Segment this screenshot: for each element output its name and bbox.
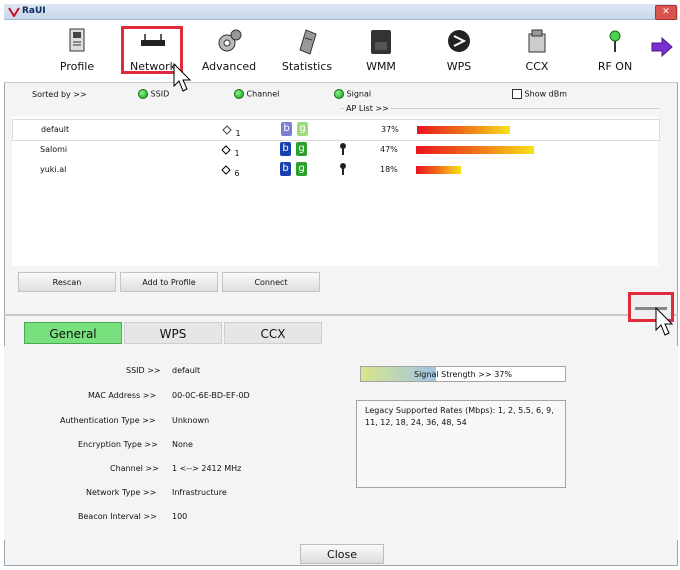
toolbar-ccx-button[interactable]: CCX bbox=[504, 26, 570, 78]
toolbar-statistics-button[interactable]: Statistics bbox=[274, 26, 340, 78]
channel-icon bbox=[222, 125, 232, 135]
sort-signal-label: Signal bbox=[346, 89, 372, 99]
ap-channel: 1 bbox=[220, 144, 240, 158]
ap-signal-pct: 18% bbox=[380, 165, 398, 174]
add-to-profile-button[interactable]: Add to Profile bbox=[120, 272, 218, 292]
pane-divider bbox=[4, 314, 678, 316]
tab-ccx[interactable]: CCX bbox=[224, 322, 322, 344]
mac-label: MAC Address >> bbox=[88, 391, 157, 400]
channel-value: 1 <--> 2412 MHz bbox=[172, 464, 242, 473]
ssid-label: SSID >> bbox=[126, 366, 161, 375]
ap-row[interactable]: yuki.al 6 b g 18% bbox=[12, 160, 658, 180]
close-window-button[interactable]: ✕ bbox=[655, 5, 677, 20]
detail-tabs: General WPS CCX bbox=[24, 322, 324, 346]
wps-icon bbox=[448, 30, 470, 52]
ccx-icon bbox=[528, 29, 546, 53]
sort-channel-radio[interactable]: Channel bbox=[234, 89, 279, 99]
sorted-by-label: Sorted by >> bbox=[32, 90, 87, 99]
beacon-interval-value: 100 bbox=[172, 512, 188, 521]
mode-g-icon: g bbox=[296, 162, 307, 176]
ap-channel: 6 bbox=[220, 164, 240, 178]
mode-b-icon: b bbox=[280, 142, 291, 156]
channel-icon bbox=[221, 165, 231, 175]
toolbar-profile-button[interactable]: Profile bbox=[44, 26, 110, 78]
more-arrow-icon[interactable] bbox=[650, 36, 674, 58]
toolbar-wmm-label: WMM bbox=[366, 60, 396, 73]
mode-b-icon: b bbox=[281, 122, 292, 136]
ap-channel: 1 bbox=[221, 124, 241, 138]
ap-signal-pct: 47% bbox=[380, 145, 398, 154]
sort-channel-label: Channel bbox=[246, 89, 280, 99]
ap-row[interactable]: default 1 b g 37% bbox=[12, 119, 660, 141]
toolbar-advanced-button[interactable]: Advanced bbox=[196, 26, 262, 78]
profile-icon bbox=[69, 28, 85, 52]
toolbar-statistics-label: Statistics bbox=[281, 60, 333, 73]
signal-strength-text: Signal Strength >> 37% bbox=[414, 370, 512, 379]
toolbar-wps-button[interactable]: WPS bbox=[426, 26, 492, 78]
beacon-interval-label: Beacon Interval >> bbox=[78, 512, 157, 521]
ap-ssid: Salomi bbox=[40, 145, 68, 154]
toolbar-ccx-label: CCX bbox=[525, 60, 549, 73]
mode-g-icon: g bbox=[296, 142, 307, 156]
ap-action-buttons: Rescan Add to Profile Connect bbox=[12, 272, 322, 294]
encryption-type-value: None bbox=[172, 440, 193, 449]
window-title: RaUI bbox=[22, 6, 46, 16]
sort-signal-radio[interactable]: Signal bbox=[334, 89, 371, 99]
auth-type-value: Unknown bbox=[172, 416, 210, 425]
toolbar-rf-on-button[interactable]: RF ON bbox=[582, 26, 648, 78]
ap-ssid: default bbox=[41, 125, 70, 134]
advanced-icon bbox=[218, 29, 242, 52]
key-icon bbox=[340, 143, 346, 155]
show-dbm-label: Show dBm bbox=[524, 89, 568, 99]
auth-type-label: Authentication Type >> bbox=[60, 416, 156, 425]
toolbar-wps-label: WPS bbox=[446, 60, 472, 73]
ap-ssid: yuki.al bbox=[40, 165, 67, 174]
app-logo-icon bbox=[8, 7, 20, 17]
network-type-value: Infrastructure bbox=[172, 488, 227, 497]
encryption-type-label: Encryption Type >> bbox=[78, 440, 158, 449]
ap-list-heading: AP List >> bbox=[344, 104, 391, 113]
close-button[interactable]: Close bbox=[300, 544, 384, 564]
supported-rates-box: Legacy Supported Rates (Mbps): 1, 2, 5.5… bbox=[356, 400, 566, 488]
sort-ssid-radio[interactable]: SSID bbox=[138, 89, 169, 99]
tab-wps[interactable]: WPS bbox=[124, 322, 222, 344]
rescan-button[interactable]: Rescan bbox=[18, 272, 116, 292]
ap-signal-bar bbox=[417, 126, 510, 134]
network-type-label: Network Type >> bbox=[86, 488, 157, 497]
wmm-icon bbox=[371, 30, 391, 54]
mac-value: 00-0C-6E-BD-EF-0D bbox=[172, 391, 250, 400]
mouse-cursor-icon bbox=[173, 62, 192, 92]
ap-row[interactable]: Salomi 1 b g 47% bbox=[12, 140, 658, 160]
toolbar-rf-on-label: RF ON bbox=[597, 60, 633, 73]
mode-g-icon: g bbox=[297, 122, 308, 136]
connect-button[interactable]: Connect bbox=[222, 272, 320, 292]
statistics-icon bbox=[299, 29, 317, 55]
toolbar-profile-label: Profile bbox=[59, 60, 95, 73]
show-dbm-checkbox[interactable]: Show dBm bbox=[512, 89, 567, 99]
ap-list: default 1 b g 37% Salomi 1 b g 47% yuki.… bbox=[12, 116, 660, 266]
ap-signal-pct: 37% bbox=[381, 125, 399, 134]
channel-icon bbox=[221, 145, 231, 155]
sort-ssid-label: SSID bbox=[150, 89, 170, 99]
mode-b-icon: b bbox=[280, 162, 291, 176]
ssid-value: default bbox=[172, 366, 201, 375]
tab-general[interactable]: General bbox=[24, 322, 122, 344]
rf-on-icon bbox=[609, 30, 621, 52]
toolbar-advanced-label: Advanced bbox=[201, 60, 257, 73]
mouse-cursor-icon bbox=[655, 306, 674, 336]
toolbar-wmm-button[interactable]: WMM bbox=[348, 26, 414, 78]
title-bar bbox=[4, 4, 678, 20]
ap-signal-bar bbox=[416, 166, 461, 174]
channel-label: Channel >> bbox=[110, 464, 159, 473]
key-icon bbox=[340, 163, 346, 175]
ap-signal-bar bbox=[416, 146, 534, 154]
